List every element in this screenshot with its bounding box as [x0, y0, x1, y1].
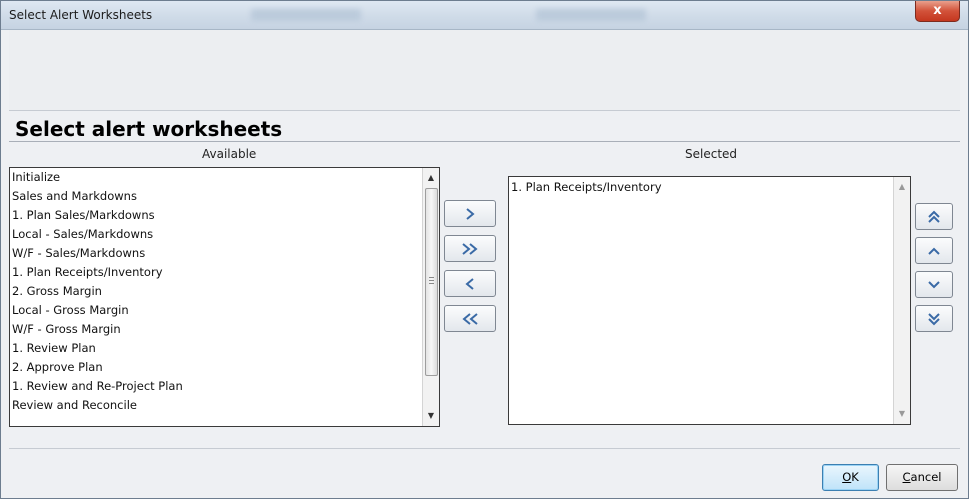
cancel-button[interactable]: Cancel	[886, 464, 958, 491]
background-window-title-blur	[251, 9, 361, 21]
move-up-button[interactable]	[915, 237, 953, 264]
double-chevron-right-icon	[462, 242, 478, 255]
list-item[interactable]: Sales and Markdowns	[10, 187, 439, 206]
selected-list[interactable]: 1. Plan Receipts/Inventory ▲ ▼	[508, 176, 911, 425]
ok-label: K	[851, 470, 859, 484]
scroll-up-icon[interactable]: ▲	[423, 170, 439, 186]
list-item[interactable]: W/F - Sales/Markdowns	[10, 244, 439, 263]
scroll-up-icon[interactable]: ▲	[894, 179, 910, 195]
list-item[interactable]: Review and Reconcile	[10, 396, 439, 415]
title-bar[interactable]: Select Alert Worksheets x	[1, 1, 968, 30]
list-item[interactable]: 1. Plan Receipts/Inventory	[10, 263, 439, 282]
list-item[interactable]: Local - Sales/Markdowns	[10, 225, 439, 244]
dialog-window: Select Alert Worksheets x Select alert w…	[0, 0, 969, 499]
page-title: Select alert worksheets	[15, 117, 283, 141]
list-item[interactable]: 1. Plan Receipts/Inventory	[509, 178, 910, 197]
chevron-down-icon	[928, 280, 940, 288]
window-title: Select Alert Worksheets	[9, 8, 153, 22]
list-item[interactable]: 1. Review Plan	[10, 339, 439, 358]
double-chevron-left-icon	[462, 312, 478, 325]
divider	[9, 448, 960, 449]
available-label: Available	[202, 147, 257, 161]
ok-mnemonic: O	[842, 470, 852, 484]
list-item[interactable]: Initialize	[10, 168, 439, 187]
available-list[interactable]: Initialize Sales and Markdowns 1. Plan Sal…	[9, 167, 440, 427]
move-to-bottom-button[interactable]	[915, 305, 953, 332]
chevron-right-icon	[466, 207, 475, 220]
list-item[interactable]: W/F - Gross Margin	[10, 320, 439, 339]
move-left-button[interactable]	[444, 270, 496, 297]
divider	[9, 141, 960, 142]
scroll-down-icon[interactable]: ▼	[423, 408, 439, 424]
cancel-label: ancel	[910, 470, 942, 484]
cancel-mnemonic: C	[902, 470, 911, 484]
description-area	[9, 30, 960, 111]
list-item[interactable]: Local - Gross Margin	[10, 301, 439, 320]
move-right-button[interactable]	[444, 200, 496, 227]
scroll-thumb[interactable]	[425, 188, 438, 376]
list-item[interactable]: 2. Approve Plan	[10, 358, 439, 377]
double-chevron-down-icon	[928, 312, 940, 325]
close-button[interactable]: x	[915, 1, 960, 22]
move-all-right-button[interactable]	[444, 235, 496, 262]
double-chevron-up-icon	[928, 210, 940, 223]
move-to-top-button[interactable]	[915, 203, 953, 230]
background-window-title-blur	[536, 9, 646, 21]
list-item[interactable]: 1. Review and Re-Project Plan	[10, 377, 439, 396]
scroll-down-icon[interactable]: ▼	[894, 406, 910, 422]
chevron-left-icon	[465, 277, 474, 290]
ok-button[interactable]: OK	[822, 464, 879, 491]
selected-label: Selected	[685, 147, 738, 161]
move-all-left-button[interactable]	[444, 305, 496, 332]
available-scrollbar[interactable]: ▲ ▼	[422, 168, 439, 426]
chevron-up-icon	[928, 247, 940, 255]
list-item[interactable]: 1. Plan Sales/Markdowns	[10, 206, 439, 225]
selected-scrollbar[interactable]: ▲ ▼	[893, 177, 910, 424]
list-item[interactable]: 2. Gross Margin	[10, 282, 439, 301]
move-down-button[interactable]	[915, 271, 953, 298]
